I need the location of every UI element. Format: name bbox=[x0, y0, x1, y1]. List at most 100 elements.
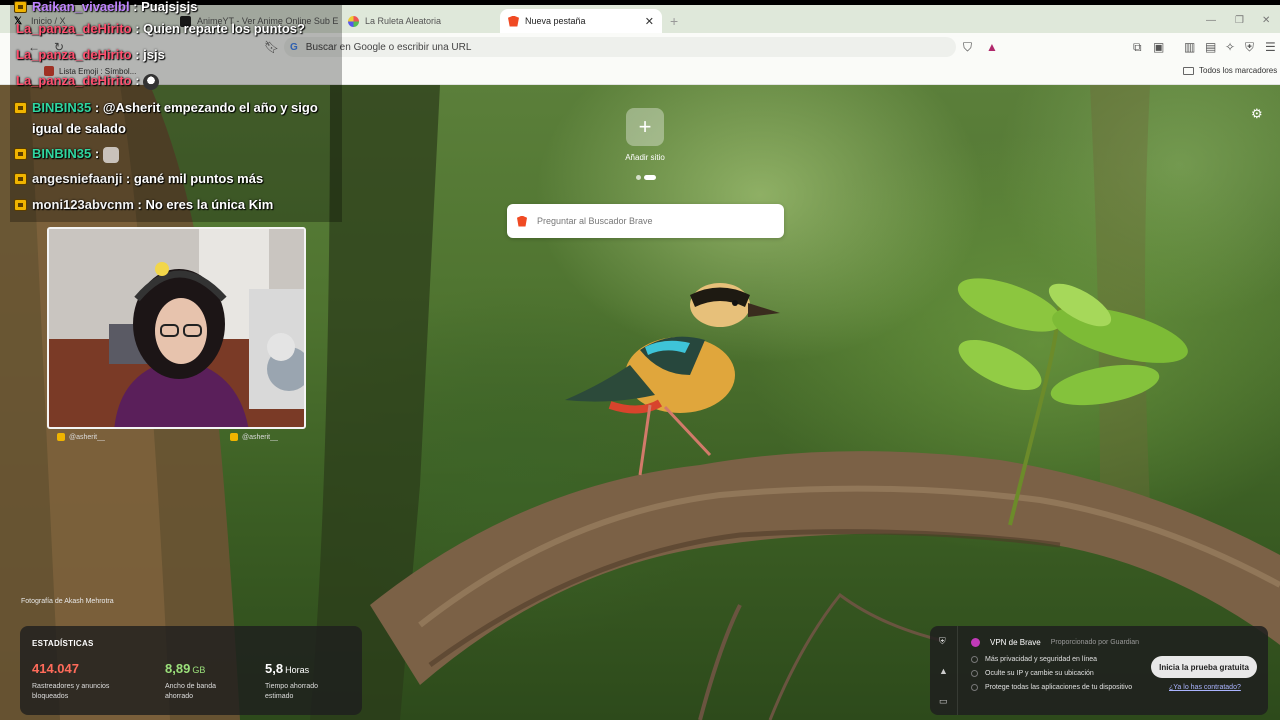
screenshot-icon[interactable]: ▣ bbox=[1153, 40, 1164, 54]
social-handle: @asherit__ bbox=[57, 433, 105, 441]
folder-icon bbox=[1183, 66, 1194, 75]
stat-description: Ancho de banda ahorrado bbox=[165, 683, 216, 700]
check-icon bbox=[971, 684, 978, 691]
stats-widget: ESTADÍSTICAS 414.047 Rastreadores y anun… bbox=[20, 626, 362, 715]
emote-icon bbox=[143, 73, 160, 90]
chat-username: BINBIN35 bbox=[32, 146, 92, 161]
chat-username: angesniefaanji bbox=[32, 171, 123, 186]
menu-icon[interactable]: ☰ bbox=[1265, 40, 1276, 54]
gear-icon[interactable]: ⚙ bbox=[1251, 106, 1263, 122]
stat-bandwidth: 8,89 GB Ancho de banda ahorrado bbox=[165, 660, 235, 702]
stat-value: 8,89 bbox=[165, 661, 191, 676]
vpn-logo-icon bbox=[971, 638, 980, 647]
chat-message: Raikan_vivaelbl : Puajsjsjs bbox=[14, 0, 340, 17]
vpn-title-row: VPN de Brave Proporcionado por Guardian bbox=[971, 638, 1139, 647]
webcam-feed bbox=[47, 227, 306, 429]
subscriber-badge-icon bbox=[14, 148, 27, 160]
chat-username: Raikan_vivaelbl bbox=[32, 0, 130, 14]
vpn-feature-text: Más privacidad y seguridad en línea bbox=[985, 656, 1098, 663]
chat-text: Puajsjsjs bbox=[141, 0, 198, 14]
pager-dot-active[interactable] bbox=[644, 175, 656, 180]
close-tab-icon[interactable]: ✕ bbox=[645, 15, 654, 28]
leo-ai-icon[interactable]: ✧ bbox=[1225, 40, 1235, 54]
plus-icon: + bbox=[638, 114, 652, 139]
chat-username: La_panza_deHirito bbox=[16, 73, 132, 88]
subscriber-badge-icon bbox=[14, 173, 27, 185]
brave-lion-icon bbox=[508, 15, 519, 27]
vpn-feature: Más privacidad y seguridad en línea bbox=[971, 656, 1097, 663]
vpn-title: VPN de Brave bbox=[990, 638, 1041, 647]
chat-username: La_panza_deHirito bbox=[16, 47, 132, 62]
chat-text: No eres la única Kim bbox=[145, 197, 274, 212]
wheel-icon bbox=[348, 15, 359, 27]
address-bar[interactable]: G Buscar en Google o escribir una URL bbox=[284, 37, 956, 57]
chat-message: La_panza_deHirito : bbox=[14, 70, 340, 91]
subscriber-badge-icon bbox=[14, 102, 27, 114]
chat-message: La_panza_deHirito : jsjs bbox=[16, 47, 165, 62]
brave-rewards-icon[interactable]: ▲ bbox=[986, 40, 998, 54]
shield-icon[interactable]: ⛨ bbox=[939, 636, 946, 647]
vpn-feature-text: Protege todas las aplicaciones de tu dis… bbox=[985, 684, 1133, 691]
vpn-provider: Proporcionado por Guardian bbox=[1050, 639, 1140, 646]
twitch-icon bbox=[57, 433, 65, 441]
social-handle: @asherit__ bbox=[230, 433, 278, 441]
close-window-icon[interactable]: ✕ bbox=[1262, 15, 1270, 26]
minimize-icon[interactable]: — bbox=[1206, 15, 1216, 26]
photo-credit[interactable]: Fotografía de Akash Mehrotra bbox=[21, 598, 114, 605]
tab-nueva-pestana[interactable]: Nueva pestaña ✕ bbox=[500, 9, 662, 33]
chat-text: gané mil puntos más bbox=[133, 171, 264, 186]
chat-username: La_panza_deHirito bbox=[16, 21, 132, 36]
pager-dot[interactable] bbox=[636, 175, 641, 180]
stats-title: ESTADÍSTICAS bbox=[32, 639, 94, 648]
sidebar-icon[interactable]: ▥ bbox=[1184, 40, 1195, 54]
subscriber-badge-icon bbox=[14, 1, 27, 13]
chat-message: angesniefaanji : gané mil puntos más bbox=[14, 168, 340, 189]
maximize-icon[interactable]: ❐ bbox=[1235, 15, 1244, 26]
chat-text: jsjs bbox=[143, 47, 165, 62]
triangle-icon[interactable]: ▲ bbox=[939, 666, 948, 676]
stat-value: 414.047 bbox=[32, 661, 79, 676]
all-bookmarks-label: Todos los marcadores bbox=[1199, 66, 1278, 75]
tab-label: Nueva pestaña bbox=[525, 16, 586, 26]
chat-message: BINBIN35 : @Asherit empezando el año y s… bbox=[14, 97, 340, 139]
chat-message: moni123abvcnm : No eres la única Kim bbox=[14, 194, 340, 215]
stat-time: 5,8 Horas Tiempo ahorrado estimado bbox=[265, 660, 340, 702]
vpn-feature-text: Oculte su IP y cambie su ubicación bbox=[985, 670, 1094, 677]
check-icon bbox=[971, 656, 978, 663]
brave-search-input[interactable]: Preguntar al Buscador Brave bbox=[507, 204, 784, 238]
twitter-icon bbox=[230, 433, 238, 441]
vpn-icon[interactable]: ⛨ bbox=[1245, 40, 1254, 55]
tab-label: La Ruleta Aleatoria bbox=[365, 16, 442, 26]
tab-ruleta[interactable]: La Ruleta Aleatoria bbox=[340, 9, 496, 33]
chat-message: La_panza_deHirito : Quien reparte los pu… bbox=[16, 21, 305, 36]
chat-username: BINBIN35 bbox=[32, 100, 92, 115]
stat-description: Rastreadores y anuncios bloqueados bbox=[32, 683, 110, 700]
brave-lion-icon bbox=[517, 215, 527, 227]
brave-shields-icon[interactable]: ⛉ bbox=[963, 40, 972, 55]
search-placeholder: Preguntar al Buscador Brave bbox=[537, 216, 653, 226]
vpn-feature: Oculte su IP y cambie su ubicación bbox=[971, 670, 1094, 677]
widget-rail: ⛨ ▲ ▭ bbox=[930, 626, 958, 715]
extensions-icon[interactable]: ⧉ bbox=[1133, 40, 1142, 55]
add-site-label: Añadir sitio bbox=[625, 153, 665, 162]
stat-value: 5,8 bbox=[265, 661, 284, 676]
add-site-button[interactable]: + bbox=[626, 108, 664, 146]
chat-username: moni123abvcnm bbox=[32, 197, 134, 212]
cat-emote-icon bbox=[102, 146, 119, 163]
subscriber-badge-icon bbox=[14, 199, 27, 211]
stat-unit: Horas bbox=[285, 665, 310, 675]
chat-text: Quien reparte los puntos? bbox=[143, 21, 305, 36]
stat-description: Tiempo ahorrado estimado bbox=[265, 683, 319, 700]
check-icon bbox=[971, 670, 978, 677]
stat-trackers: 414.047 Rastreadores y anuncios bloquead… bbox=[32, 660, 122, 702]
all-bookmarks[interactable]: Todos los marcadores bbox=[1183, 66, 1277, 75]
stat-unit: GB bbox=[192, 665, 206, 675]
new-tab-plus-icon[interactable]: + bbox=[670, 13, 678, 29]
social-handle-text: @asherit__ bbox=[69, 433, 105, 441]
chat-message: BINBIN35 : bbox=[14, 143, 340, 164]
vpn-trial-button[interactable]: Inicia la prueba gratuita bbox=[1151, 656, 1257, 678]
card-icon[interactable]: ▭ bbox=[939, 696, 948, 707]
vpn-already-subscribed-link[interactable]: ¿Ya lo has contratado? bbox=[1169, 684, 1241, 691]
vpn-feature: Protege todas las aplicaciones de tu dis… bbox=[971, 684, 1132, 691]
wallet-icon[interactable]: ▤ bbox=[1205, 40, 1216, 54]
